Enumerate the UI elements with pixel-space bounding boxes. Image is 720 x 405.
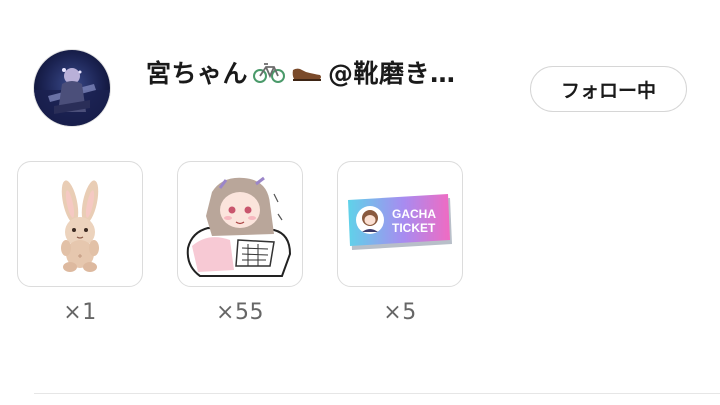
plush-rabbit-icon bbox=[61, 180, 99, 272]
avatar[interactable] bbox=[34, 50, 110, 126]
gift-count: ×1 bbox=[63, 300, 97, 325]
gift-count: ×55 bbox=[216, 300, 264, 325]
following-button[interactable]: フォロー中 bbox=[530, 66, 687, 112]
anime-girl-sticker-icon bbox=[186, 176, 292, 277]
avatar-image bbox=[34, 50, 110, 126]
user-name[interactable]: 宮ちゃん @靴磨き… bbox=[146, 52, 456, 92]
ticket-line-2: TICKET bbox=[392, 221, 436, 235]
gift-item-sticker[interactable] bbox=[177, 161, 303, 287]
name-suffix: @靴磨き… bbox=[328, 59, 456, 88]
display-name: 宮ちゃん bbox=[146, 59, 249, 88]
gift-item-plush-rabbit[interactable] bbox=[17, 161, 143, 287]
gacha-ticket-icon: GACHA TICKET bbox=[348, 194, 452, 250]
following-button-label: フォロー中 bbox=[560, 79, 656, 102]
gift-count: ×5 bbox=[383, 300, 417, 325]
shoe-icon bbox=[292, 68, 322, 81]
gift-item-gacha-ticket[interactable]: GACHA TICKET bbox=[337, 161, 463, 287]
bicycle-icon bbox=[253, 63, 286, 83]
ticket-line-1: GACHA bbox=[392, 207, 436, 221]
divider bbox=[34, 393, 720, 394]
